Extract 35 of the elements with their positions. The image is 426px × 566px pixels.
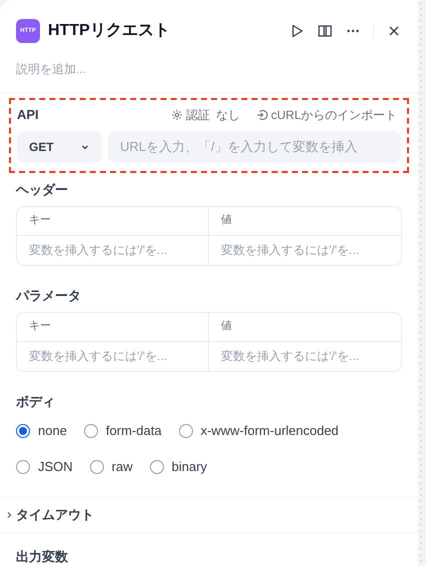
radio-button[interactable] (16, 460, 30, 474)
table-input-field[interactable]: 変数を挿入するには'/'を... (17, 342, 209, 371)
radio-option[interactable]: form-data (84, 420, 162, 441)
radio-option[interactable]: raw (90, 456, 133, 477)
column-header: 値 (209, 312, 401, 342)
book-icon[interactable] (317, 23, 333, 39)
section-label: 出力変数 (16, 548, 68, 566)
node-title: HTTPリクエスト (48, 21, 170, 41)
radio-option[interactable]: none (16, 420, 67, 441)
radio-button[interactable] (16, 424, 30, 438)
table-input-field[interactable]: 変数を挿入するには'/'を... (209, 342, 401, 371)
radio-option[interactable]: JSON (16, 456, 73, 477)
method-select[interactable]: GET (17, 130, 102, 163)
radio-button[interactable] (150, 460, 164, 474)
radio-option[interactable]: x-www-form-urlencoded (178, 420, 339, 441)
import-icon (256, 108, 268, 121)
section-label: API (17, 106, 39, 124)
radio-button[interactable] (90, 460, 104, 474)
url-field[interactable]: URLを入力、「/」を入力して変数を挿入 (108, 130, 401, 163)
radio-button[interactable] (84, 424, 98, 438)
section-label: パラメータ (16, 286, 82, 305)
timeout-section-toggle[interactable]: タイムアウト (0, 497, 418, 532)
table-input-field[interactable]: 変数を挿入するには'/'を... (209, 236, 401, 265)
section-label: ヘッダー (16, 180, 69, 199)
section-label: ボディ (16, 392, 56, 411)
radio-button[interactable] (178, 424, 193, 438)
column-header: キー (17, 312, 209, 342)
table-input-field[interactable]: 変数を挿入するには'/'を... (17, 236, 209, 265)
auth-button[interactable]: 認証 なし (170, 106, 240, 124)
curl-import-button[interactable]: cURLからのインポート (256, 106, 397, 124)
column-header: 値 (209, 206, 401, 236)
chevron-right-icon (5, 510, 13, 519)
radio-option[interactable]: binary (150, 456, 208, 477)
column-header: キー (17, 206, 209, 236)
gear-icon (170, 108, 183, 121)
